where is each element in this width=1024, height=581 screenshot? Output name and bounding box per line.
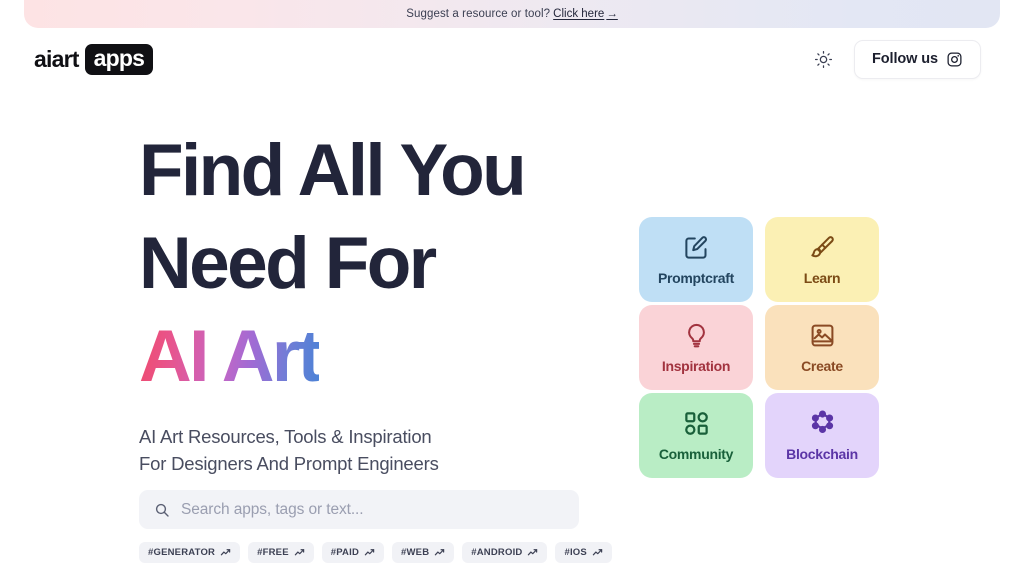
category-tile-inspiration[interactable]: Inspiration xyxy=(639,305,753,390)
image-icon xyxy=(809,322,836,349)
category-label: Promptcraft xyxy=(657,269,735,286)
hero-section: Find All You Need For AI Art AI Art Reso… xyxy=(139,124,589,477)
hero-line-2: Need For xyxy=(139,223,437,304)
paint-brush-icon xyxy=(809,234,836,261)
trending-up-icon xyxy=(364,549,375,556)
sun-icon xyxy=(814,50,832,68)
announcement-banner: Suggest a resource or tool? Click here → xyxy=(24,0,1000,28)
tag-label: #WEB xyxy=(401,547,430,558)
hero-line-1: Find All You xyxy=(139,130,527,211)
lightbulb-icon xyxy=(683,322,710,349)
follow-us-button[interactable]: Follow us xyxy=(854,39,981,79)
category-label: Create xyxy=(801,357,843,374)
tag-chip[interactable]: #ANDROID xyxy=(462,542,548,563)
logo-badge: apps xyxy=(84,43,154,75)
category-tile-create[interactable]: Create xyxy=(765,305,879,390)
tag-label: #GENERATOR xyxy=(148,547,216,558)
instagram-icon xyxy=(947,51,962,67)
category-tile-community[interactable]: Community xyxy=(639,393,753,478)
trending-up-icon xyxy=(294,549,304,556)
logo[interactable]: aiart apps xyxy=(34,43,154,75)
hero-subtitle: AI Art Resources, Tools & Inspiration Fo… xyxy=(139,423,589,477)
tag-label: #FREE xyxy=(257,547,289,558)
category-label: Community xyxy=(658,445,734,462)
category-label: Learn xyxy=(803,269,841,286)
hero-subtitle-line-2: For Designers And Prompt Engineers xyxy=(139,453,439,474)
theme-toggle-button[interactable] xyxy=(810,46,836,72)
tag-label: #IOS xyxy=(564,547,587,558)
arrow-right-icon: → xyxy=(606,8,618,20)
header-actions: Follow us xyxy=(810,39,981,79)
category-tile-promptcraft[interactable]: Promptcraft xyxy=(639,217,753,302)
site-header: aiart apps Follow us xyxy=(0,28,1024,90)
announcement-text: Suggest a resource or tool? xyxy=(406,8,551,20)
trending-up-icon xyxy=(435,549,445,556)
tag-chip[interactable]: #FREE xyxy=(248,542,314,563)
tag-chip[interactable]: #PAID xyxy=(321,542,385,563)
tag-chip[interactable]: #WEB xyxy=(392,542,455,563)
search-placeholder: Search apps, tags or text... xyxy=(181,500,364,518)
tag-label: #ANDROID xyxy=(471,547,523,558)
logo-word: aiart xyxy=(34,45,79,72)
search-icon xyxy=(155,503,169,517)
trending-up-icon xyxy=(592,549,603,556)
grid-shapes-icon xyxy=(683,410,710,437)
page-title: Find All You Need For AI Art xyxy=(139,124,589,403)
tag-chip[interactable]: #IOS xyxy=(555,542,612,563)
category-grid: Promptcraft Learn Inspiration Create Com… xyxy=(639,217,879,478)
edit-square-icon xyxy=(683,234,710,261)
trending-up-icon xyxy=(528,549,538,556)
category-tile-learn[interactable]: Learn xyxy=(765,217,879,302)
hero-line-3-gradient: AI Art xyxy=(139,316,322,397)
hero-subtitle-line-1: AI Art Resources, Tools & Inspiration xyxy=(139,426,432,447)
category-label: Blockchain xyxy=(786,445,858,462)
trending-up-icon xyxy=(220,549,231,556)
announcement-link-label: Click here xyxy=(553,8,605,20)
category-label: Inspiration xyxy=(661,357,731,374)
network-nodes-icon xyxy=(809,410,836,437)
tag-label: #PAID xyxy=(330,547,360,558)
search-input[interactable]: Search apps, tags or text... xyxy=(139,490,579,529)
category-tile-blockchain[interactable]: Blockchain xyxy=(765,393,879,478)
tag-chip[interactable]: #GENERATOR xyxy=(139,542,241,563)
announcement-link[interactable]: Click here → xyxy=(553,8,618,20)
trending-tags: #GENERATOR #FREE #PAID #WEB #ANDROID #IO… xyxy=(139,542,612,563)
follow-us-label: Follow us xyxy=(872,51,938,67)
